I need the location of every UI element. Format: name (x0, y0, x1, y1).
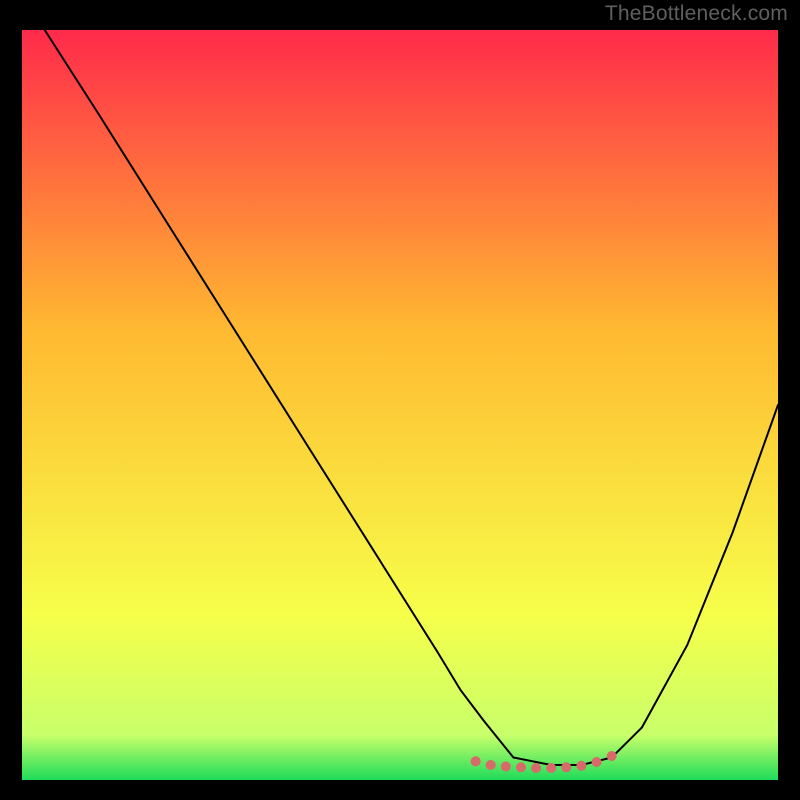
optimal-point (516, 762, 526, 772)
curve-layer (22, 30, 778, 780)
attribution-text: TheBottleneck.com (605, 2, 788, 26)
optimal-point (561, 762, 571, 772)
optimal-point (531, 763, 541, 773)
optimal-point (501, 762, 511, 772)
optimal-point (592, 757, 602, 767)
optimal-point (607, 751, 617, 761)
main-curve (45, 30, 778, 765)
optimal-point (546, 763, 556, 773)
optimal-point (471, 756, 481, 766)
optimal-markers (471, 751, 617, 773)
plot-area (22, 30, 778, 780)
optimal-point (576, 761, 586, 771)
chart-frame: TheBottleneck.com (0, 0, 800, 800)
optimal-point (486, 760, 496, 770)
